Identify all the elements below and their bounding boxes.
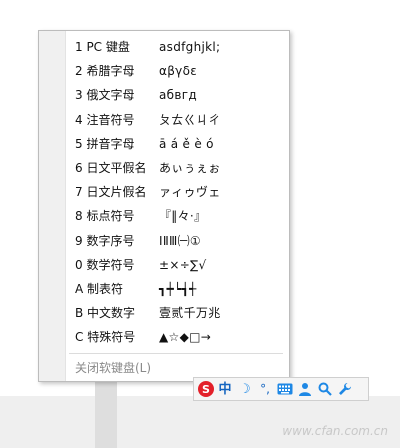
menu-item-label: C 特殊符号	[75, 330, 136, 345]
menu-item-sample: ㄆㄊㄍㄐㄔ	[159, 112, 221, 127]
menu-item-label: 5 拼音字母	[75, 136, 135, 151]
menu-item-sample: 壹贰千万兆	[159, 306, 221, 321]
menu-item-label: 2 希腊字母	[75, 64, 135, 79]
menu-gutter	[39, 31, 66, 381]
menu-item-label: A 制表符	[75, 281, 124, 296]
menu-item-label: 4 注音符号	[75, 112, 135, 127]
menu-item[interactable]: C 特殊符号 ▲☆◆□→	[75, 325, 289, 349]
menu-item-sample: ┓┿┕┪┽	[159, 281, 197, 296]
chinese-mode-icon[interactable]: 中	[216, 380, 234, 398]
menu-separator	[69, 353, 283, 354]
menu-item-label: 1 PC 键盘	[75, 40, 130, 54]
menu-item[interactable]: 0 数学符号 ±×÷∑√	[75, 253, 289, 277]
menu-item[interactable]: 5 拼音字母 ā á ě è ó	[75, 132, 289, 156]
keyboard-icon[interactable]	[276, 380, 294, 398]
menu-item[interactable]: 8 标点符号 『‖々·』	[75, 204, 289, 228]
menu-item-sample: абвгд	[159, 88, 197, 103]
menu-item-sample: ァィゥヴェ	[159, 185, 221, 200]
menu-item-sample: αβγδε	[159, 64, 197, 79]
menu-item-sample: ⅠⅡⅢ㈠①	[159, 233, 201, 248]
user-icon[interactable]	[296, 380, 314, 398]
menu-item-label: 9 数字序号	[75, 233, 135, 248]
menu-item-label: 3 俄文字母	[75, 88, 135, 103]
menu-item-sample: 『‖々·』	[159, 209, 207, 224]
watermark-text: www.cfan.com.cn	[282, 424, 388, 438]
soft-keyboard-menu: 1 PC 键盘 asdfghjkl; 2 希腊字母 αβγδε 3 俄文字母 абвгд 4…	[38, 30, 290, 382]
menu-item-label: 6 日文平假名	[75, 160, 147, 175]
menu-items: 1 PC 键盘 asdfghjkl; 2 希腊字母 αβγδε 3 俄文字母 абвгд 4…	[75, 35, 289, 349]
menu-item[interactable]: 1 PC 键盘 asdfghjkl;	[75, 35, 289, 59]
menu-item[interactable]: B 中文数字 壹贰千万兆	[75, 301, 289, 325]
menu-item[interactable]: 4 注音符号 ㄆㄊㄍㄐㄔ	[75, 108, 289, 132]
menu-item-sample: ā á ě è ó	[159, 136, 214, 151]
moon-icon[interactable]: ☽	[236, 380, 254, 398]
menu-item-sample: ▲☆◆□→	[159, 330, 212, 345]
menu-item-label: 0 数学符号	[75, 257, 135, 272]
ime-status-bar: S 中 ☽ °,	[193, 377, 369, 401]
menu-item[interactable]: 9 数字序号 ⅠⅡⅢ㈠①	[75, 229, 289, 253]
menu-item[interactable]: A 制表符 ┓┿┕┪┽	[75, 277, 289, 301]
background-bar-left	[0, 396, 400, 448]
menu-item-sample: ±×÷∑√	[159, 257, 207, 272]
sogou-logo-icon[interactable]: S	[198, 381, 214, 397]
menu-item-label: B 中文数字	[75, 306, 136, 321]
menu-item[interactable]: 7 日文片假名 ァィゥヴェ	[75, 180, 289, 204]
background-bar-vertical	[95, 382, 117, 448]
menu-item-sample: あぃぅぇぉ	[159, 160, 221, 175]
menu-item[interactable]: 6 日文平假名 あぃぅぇぉ	[75, 156, 289, 180]
menu-item-label: 8 标点符号	[75, 209, 135, 224]
menu-item-sample: asdfghjkl;	[159, 40, 221, 54]
close-soft-keyboard-item[interactable]: 关闭软键盘(L)	[75, 357, 151, 379]
wrench-icon[interactable]	[336, 380, 354, 398]
menu-item[interactable]: 3 俄文字母 абвгд	[75, 83, 289, 107]
menu-item[interactable]: 2 希腊字母 αβγδε	[75, 59, 289, 83]
search-icon[interactable]	[316, 380, 334, 398]
menu-item-label: 7 日文片假名	[75, 185, 147, 200]
punctuation-icon[interactable]: °,	[256, 380, 274, 398]
